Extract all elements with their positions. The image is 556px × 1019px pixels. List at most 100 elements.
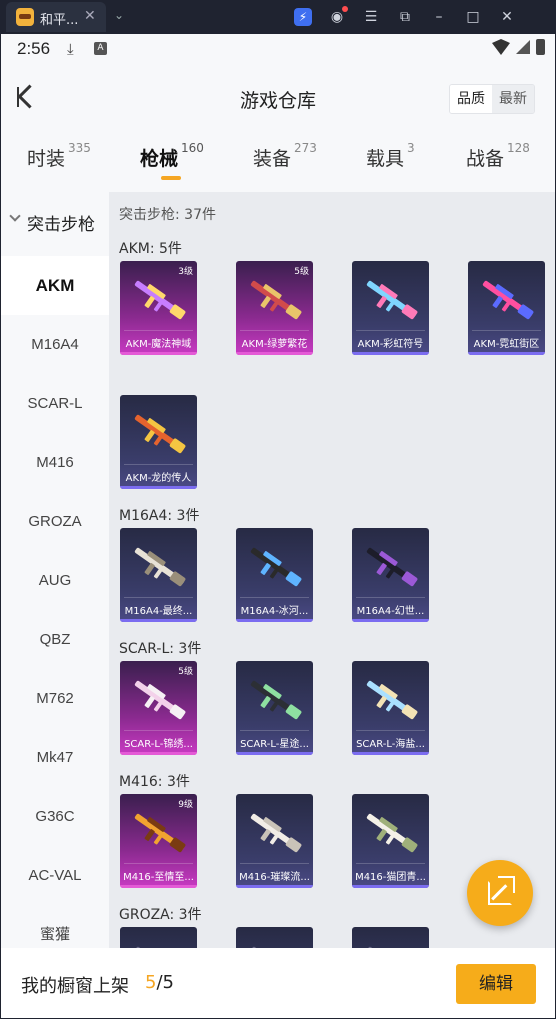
skin-level-badge: 9级: [178, 800, 193, 810]
weapon-grid: 突击步枪: 37件 AKM: 5件 3级 AKM-魔法神域 5级 AKM-绿萝繁花 AKM…: [109, 192, 555, 948]
sidebar-group-label: 突击步枪: [27, 215, 95, 235]
tab-guns[interactable]: 枪械 160: [140, 141, 204, 171]
skin-name: M416-璀璨流...: [239, 872, 310, 883]
rifle-icon: [366, 680, 418, 720]
category-count: 突击步枪: 37件: [119, 207, 216, 223]
skin-name: SCAR-L-星途...: [240, 739, 309, 750]
account-icon[interactable]: ◉: [328, 6, 348, 26]
rifle-icon: [366, 547, 418, 587]
tab-dropdown-icon[interactable]: ⌄: [114, 8, 124, 22]
card-divider: [124, 330, 193, 331]
sidebar-item-mk47[interactable]: Mk47: [1, 728, 109, 787]
weapon-skin-card[interactable]: AKM-彩虹符号: [352, 261, 429, 355]
weapon-skin-card[interactable]: [120, 927, 197, 948]
card-divider: [356, 330, 425, 331]
sidebar-item-m416[interactable]: M416: [1, 433, 109, 492]
sidebar-item-qbz[interactable]: QBZ: [1, 610, 109, 669]
skin-name: M416-猫团青...: [355, 872, 426, 883]
tab-count: 160: [181, 141, 204, 155]
card-divider: [124, 730, 193, 731]
rarity-bar: [352, 885, 429, 888]
sidebar-item--[interactable]: 蜜獾: [1, 905, 109, 948]
app-icon: [16, 8, 34, 26]
tab-equipment[interactable]: 装备 273: [253, 141, 317, 171]
section-title: SCAR-L: 3件: [119, 641, 202, 657]
sidebar-item-groza[interactable]: GROZA: [1, 492, 109, 551]
sidebar-item-aug[interactable]: AUG: [1, 551, 109, 610]
status-time: 2:56: [17, 39, 51, 58]
tab-supplies[interactable]: 战备 128: [466, 141, 530, 171]
skin-name: M416-至情至...: [123, 872, 194, 883]
tab-fashion[interactable]: 时装 335: [27, 141, 91, 171]
rifle-icon: [250, 813, 302, 853]
sort-toggle: 品质 最新: [449, 84, 535, 114]
weapon-skin-card[interactable]: SCAR-L-海盐...: [352, 661, 429, 755]
section-title: AKM: 5件: [119, 241, 182, 257]
sidebar-item-scar-l[interactable]: SCAR-L: [1, 374, 109, 433]
section-title: M16A4: 3件: [119, 508, 200, 524]
tab-close-icon[interactable]: ✕: [84, 8, 96, 24]
skin-name: AKM-绿萝繁花: [241, 339, 308, 350]
skin-name: M16A4-最终...: [124, 606, 193, 617]
tab-count: 335: [68, 141, 91, 155]
showcase-bar: 我的橱窗上架 5/5 编辑: [1, 948, 555, 1018]
share-external-icon: [488, 876, 515, 905]
rarity-bar: [120, 486, 197, 489]
skin-name: SCAR-L-海盐...: [356, 739, 425, 750]
screenshot-icon[interactable]: ⧉: [396, 8, 414, 26]
sort-quality-button[interactable]: 品质: [450, 85, 492, 113]
sidebar-group-assault-rifles[interactable]: 突击步枪: [1, 192, 109, 252]
weapon-skin-card[interactable]: 5级 SCAR-L-锦绣...: [120, 661, 197, 755]
skin-name: AKM-彩虹符号: [357, 339, 424, 350]
close-window-icon[interactable]: ✕: [498, 8, 516, 26]
weapon-skin-card[interactable]: M416-璀璨流...: [236, 794, 313, 888]
weapon-skin-card[interactable]: [352, 927, 429, 948]
rarity-bar: [468, 352, 545, 355]
card-divider: [124, 597, 193, 598]
skin-name: M16A4-冰河...: [240, 606, 309, 617]
edit-button[interactable]: 编辑: [456, 964, 536, 1004]
card-divider: [356, 730, 425, 731]
weapon-skin-card[interactable]: SCAR-L-星途...: [236, 661, 313, 755]
share-button[interactable]: [467, 860, 533, 926]
skin-level-badge: 5级: [178, 667, 193, 677]
menu-icon[interactable]: ☰: [362, 8, 380, 26]
skin-name: AKM-龙的传人: [125, 473, 192, 484]
card-divider: [124, 863, 193, 864]
weapon-skin-card[interactable]: M16A4-冰河...: [236, 528, 313, 622]
weapon-skin-card[interactable]: 9级 M416-至情至...: [120, 794, 197, 888]
weapon-skin-card[interactable]: M16A4-最终...: [120, 528, 197, 622]
maximize-icon[interactable]: □: [464, 8, 482, 26]
weapon-skin-card[interactable]: AKM-龙的传人: [120, 395, 197, 489]
rarity-bar: [120, 885, 197, 888]
weapon-skin-card[interactable]: M16A4-幻世...: [352, 528, 429, 622]
bolt-icon[interactable]: ⚡: [294, 8, 312, 26]
skin-name: M16A4-幻世...: [356, 606, 425, 617]
tab-vehicles[interactable]: 载具 3: [366, 141, 415, 171]
section-title: GROZA: 3件: [119, 907, 202, 923]
weapon-skin-card[interactable]: M416-猫团青...: [352, 794, 429, 888]
sort-newest-button[interactable]: 最新: [492, 85, 534, 113]
sidebar-item-m16a4[interactable]: M16A4: [1, 315, 109, 374]
sidebar-item-akm[interactable]: AKM: [1, 256, 109, 315]
weapon-skin-card[interactable]: AKM-霓虹街区: [468, 261, 545, 355]
window-titlebar: 和平... ✕ ⌄ ⚡ ◉ ☰ ⧉ – □ ✕: [0, 0, 556, 34]
minimize-icon[interactable]: –: [430, 8, 448, 26]
weapon-skin-card[interactable]: 3级 AKM-魔法神域: [120, 261, 197, 355]
sidebar-item-g36c[interactable]: G36C: [1, 787, 109, 846]
page-header: 游戏仓库 品质 最新: [1, 64, 555, 130]
weapon-skin-card[interactable]: [236, 927, 313, 948]
tab-count: 128: [507, 141, 530, 155]
tab-label: 战备: [466, 148, 505, 170]
rifle-icon: [134, 680, 186, 720]
window-tab-title: 和平...: [40, 13, 79, 28]
rifle-icon: [482, 280, 534, 320]
weapon-skin-card[interactable]: 5级 AKM-绿萝繁花: [236, 261, 313, 355]
skin-level-badge: 5级: [294, 267, 309, 277]
sidebar-item-ac-val[interactable]: AC-VAL: [1, 846, 109, 905]
card-divider: [240, 730, 309, 731]
showcase-current: 5: [145, 972, 157, 993]
rarity-bar: [236, 752, 313, 755]
sidebar-item-m762[interactable]: M762: [1, 669, 109, 728]
category-tabs: 时装 335 枪械 160 装备 273 载具 3 战备 128: [1, 130, 555, 192]
